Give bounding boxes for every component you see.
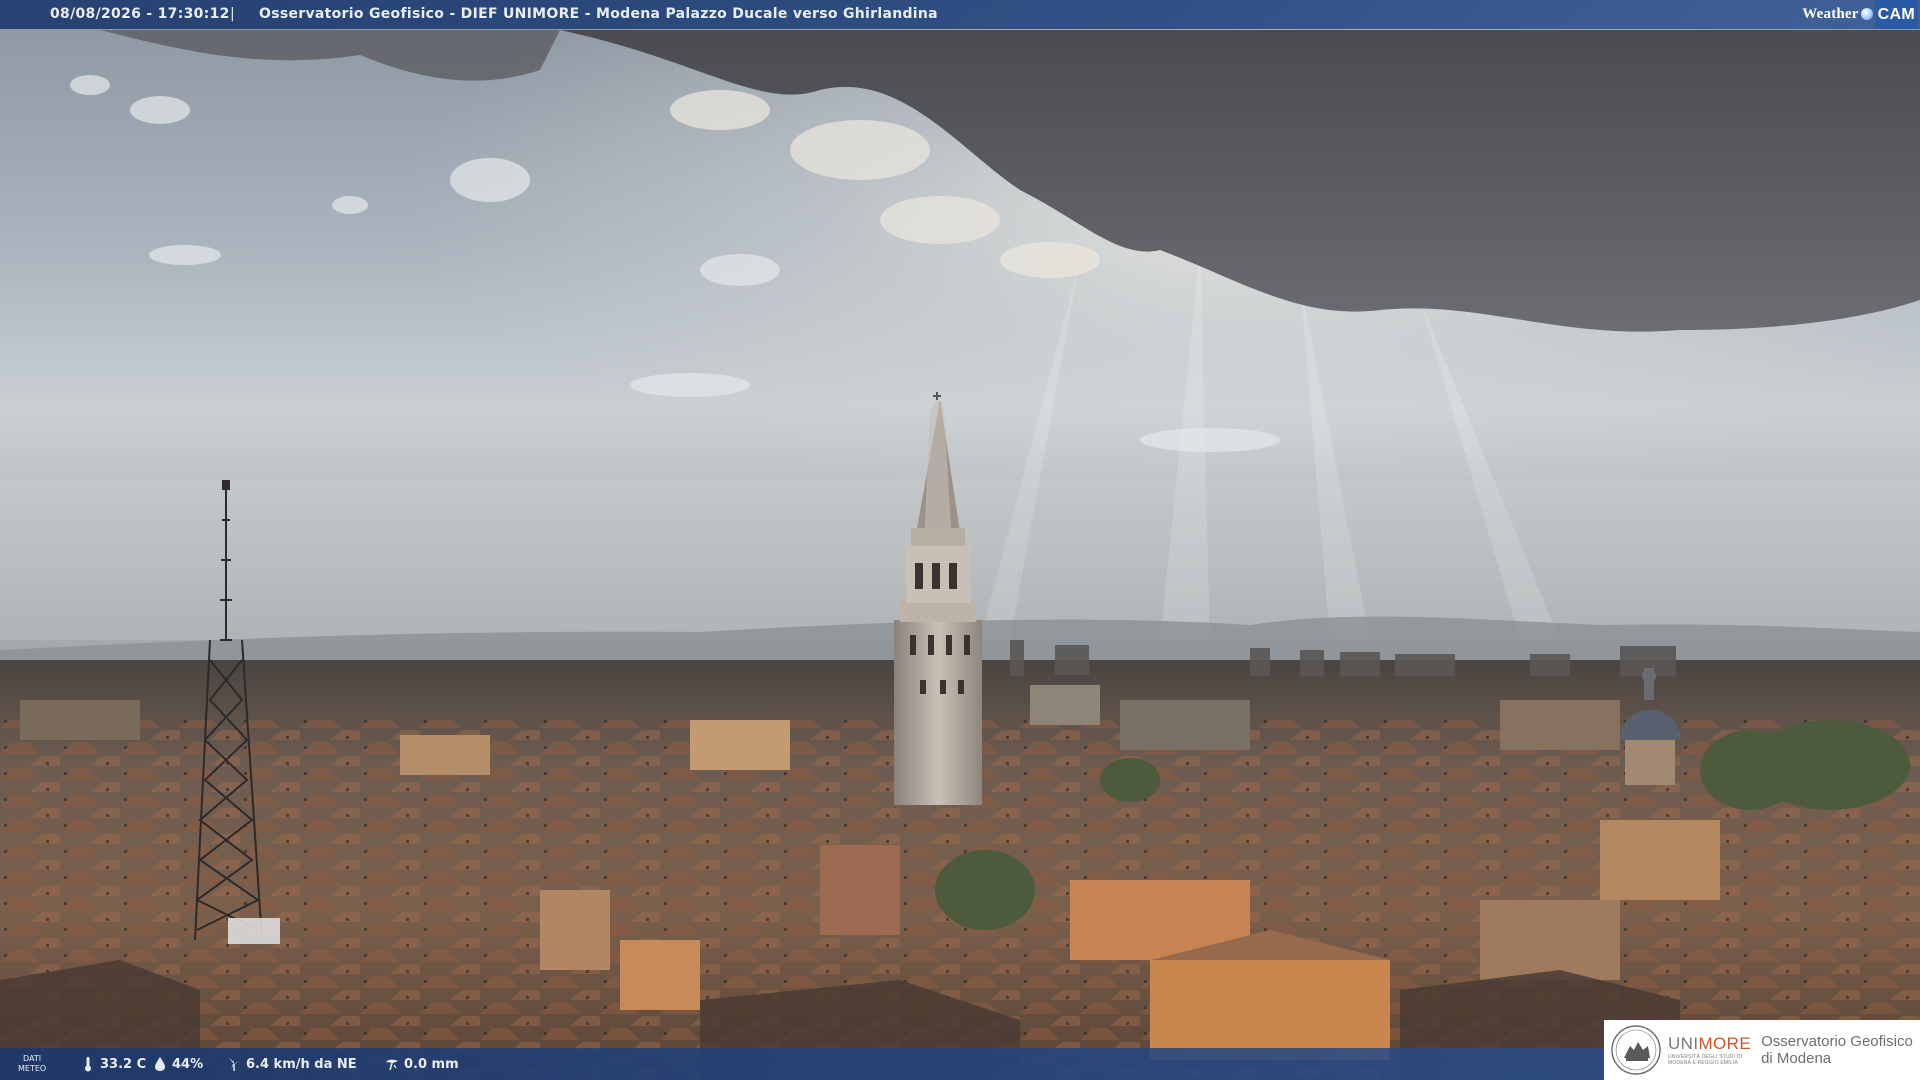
observatory-name: Osservatorio Geofisico di Modena: [1761, 1033, 1913, 1067]
camera-location: Osservatorio Geofisico - DIEF UNIMORE - …: [259, 6, 938, 22]
weathercam-logo: Weather CAM: [1802, 0, 1918, 29]
unimore-seal-icon: [1611, 1025, 1661, 1075]
water-drop-icon: [155, 1057, 165, 1071]
wind-turbine-icon: [229, 1058, 240, 1071]
webcam-frame: 08/08/2026 - 17:30:12 | Osservatorio Geo…: [0, 0, 1920, 1080]
humidity-value: 44%: [172, 1056, 204, 1072]
webcam-image: [0, 0, 1920, 1080]
weather-data-bar: DATI METEO 33.2 C 44% 6.4 km/h da NE 0.0…: [0, 1048, 1604, 1080]
rain-readout: 0.0 mm: [384, 1056, 459, 1072]
separator: |: [230, 6, 236, 22]
wind-readout: 6.4 km/h da NE: [226, 1056, 357, 1072]
humidity-readout: 44%: [152, 1056, 203, 1072]
wind-value: 6.4 km/h da NE: [246, 1056, 357, 1072]
temperature-value: 33.2 C: [100, 1056, 147, 1072]
brand-globe-icon: [1860, 8, 1873, 20]
unimore-logo: UNIMORE UNIVERSITÀ DEGLI STUDI DI MODENA…: [1604, 1020, 1920, 1080]
brand-cam: CAM: [1874, 0, 1918, 29]
info-bar: 08/08/2026 - 17:30:12 | Osservatorio Geo…: [0, 0, 1920, 29]
rain-gauge-icon: [386, 1059, 398, 1071]
thermometer-icon: [85, 1057, 91, 1072]
temperature-readout: 33.2 C: [80, 1056, 146, 1072]
unimore-wordmark: UNIMORE UNIVERSITÀ DEGLI STUDI DI MODENA…: [1668, 1033, 1752, 1066]
brand-weather: Weather: [1802, 5, 1859, 22]
dati-meteo-label: DATI METEO: [18, 1054, 47, 1073]
rain-value: 0.0 mm: [404, 1056, 459, 1072]
timestamp: 08/08/2026 - 17:30:12: [50, 6, 230, 22]
